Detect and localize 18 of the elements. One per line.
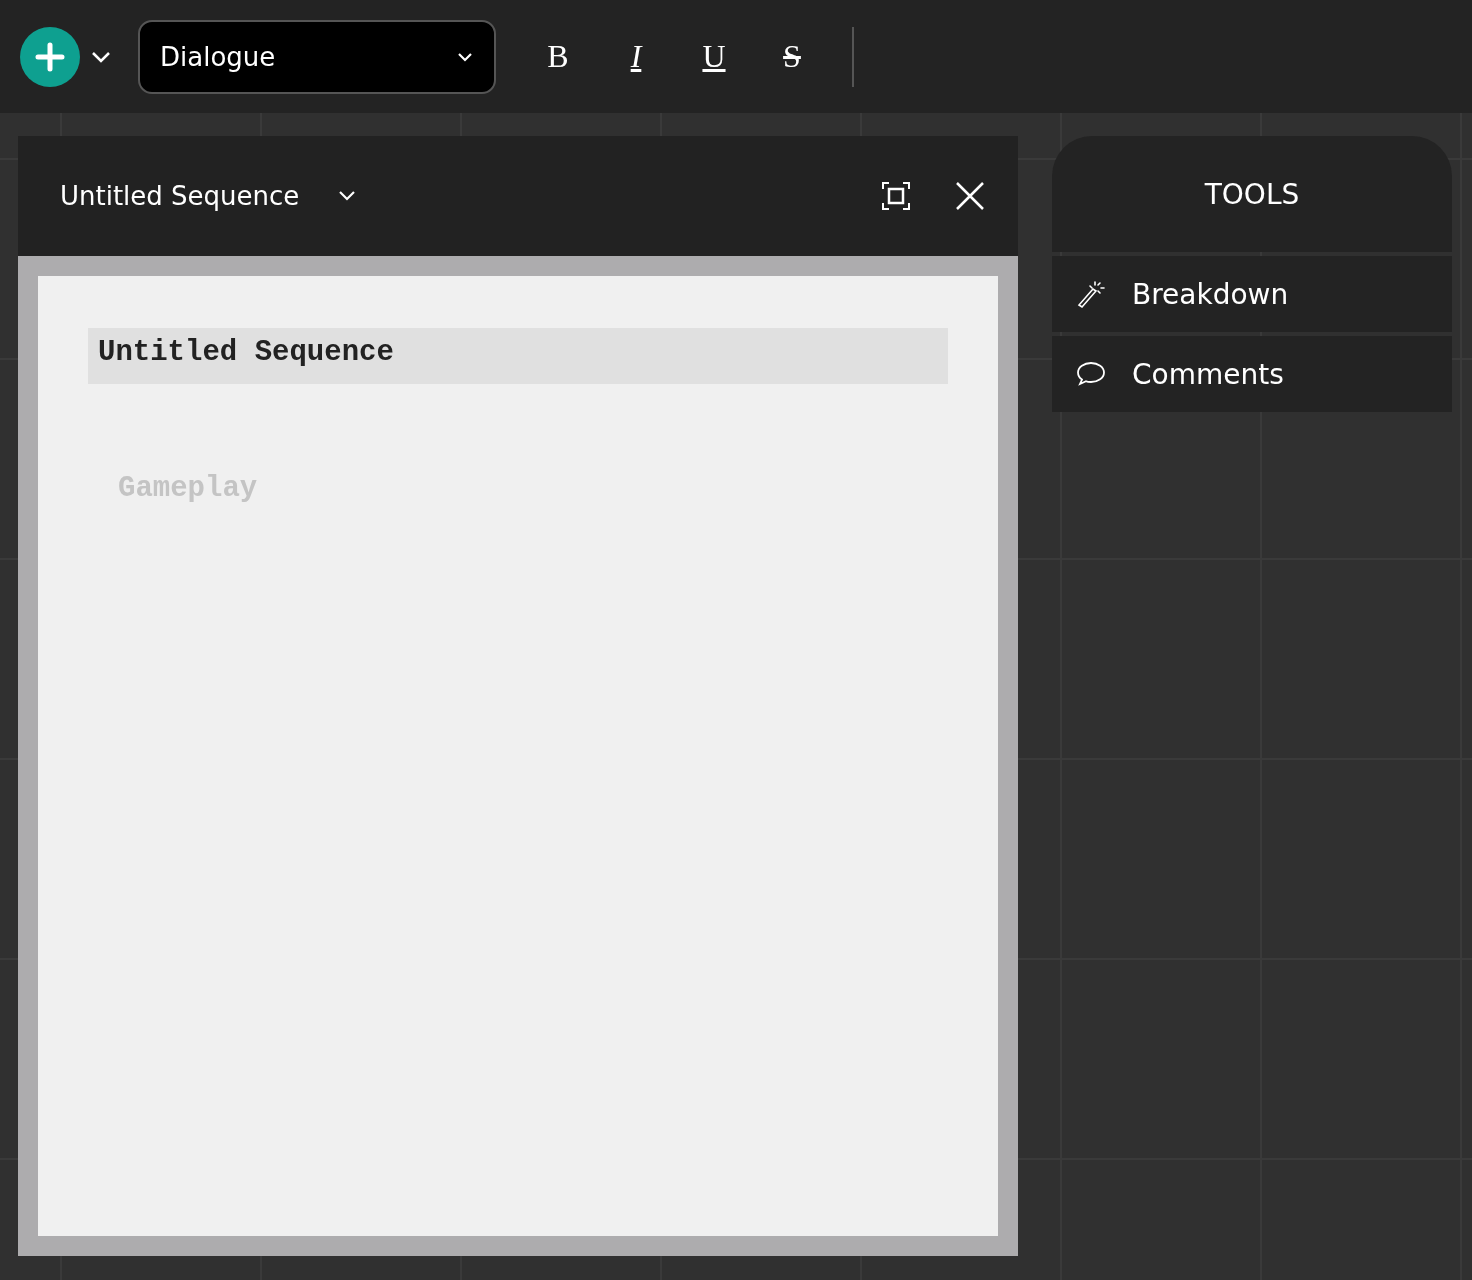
format-button[interactable]: U: [688, 30, 740, 83]
tool-item[interactable]: Breakdown: [1052, 256, 1452, 332]
caret-icon[interactable]: [337, 189, 358, 203]
format-button[interactable]: B: [532, 30, 584, 83]
element-type-dropdown[interactable]: Dialogue: [138, 19, 496, 94]
sequence-heading[interactable]: Untitled Sequence: [88, 328, 948, 384]
sequence-title[interactable]: Untitled Sequence: [60, 181, 300, 211]
speech-bubble-icon: [1076, 359, 1106, 389]
close-icon[interactable]: [956, 182, 984, 210]
fullscreen-icon[interactable]: [882, 182, 910, 210]
tool-item[interactable]: Comments: [1052, 336, 1452, 412]
caret-icon[interactable]: [90, 49, 112, 64]
caret-icon: [456, 50, 474, 63]
tools-title: TOOLS: [1204, 177, 1300, 211]
format-button[interactable]: I: [610, 30, 662, 83]
plus-icon: [34, 40, 66, 73]
magic-wand-icon: [1076, 279, 1106, 309]
format-button[interactable]: S: [766, 30, 818, 83]
